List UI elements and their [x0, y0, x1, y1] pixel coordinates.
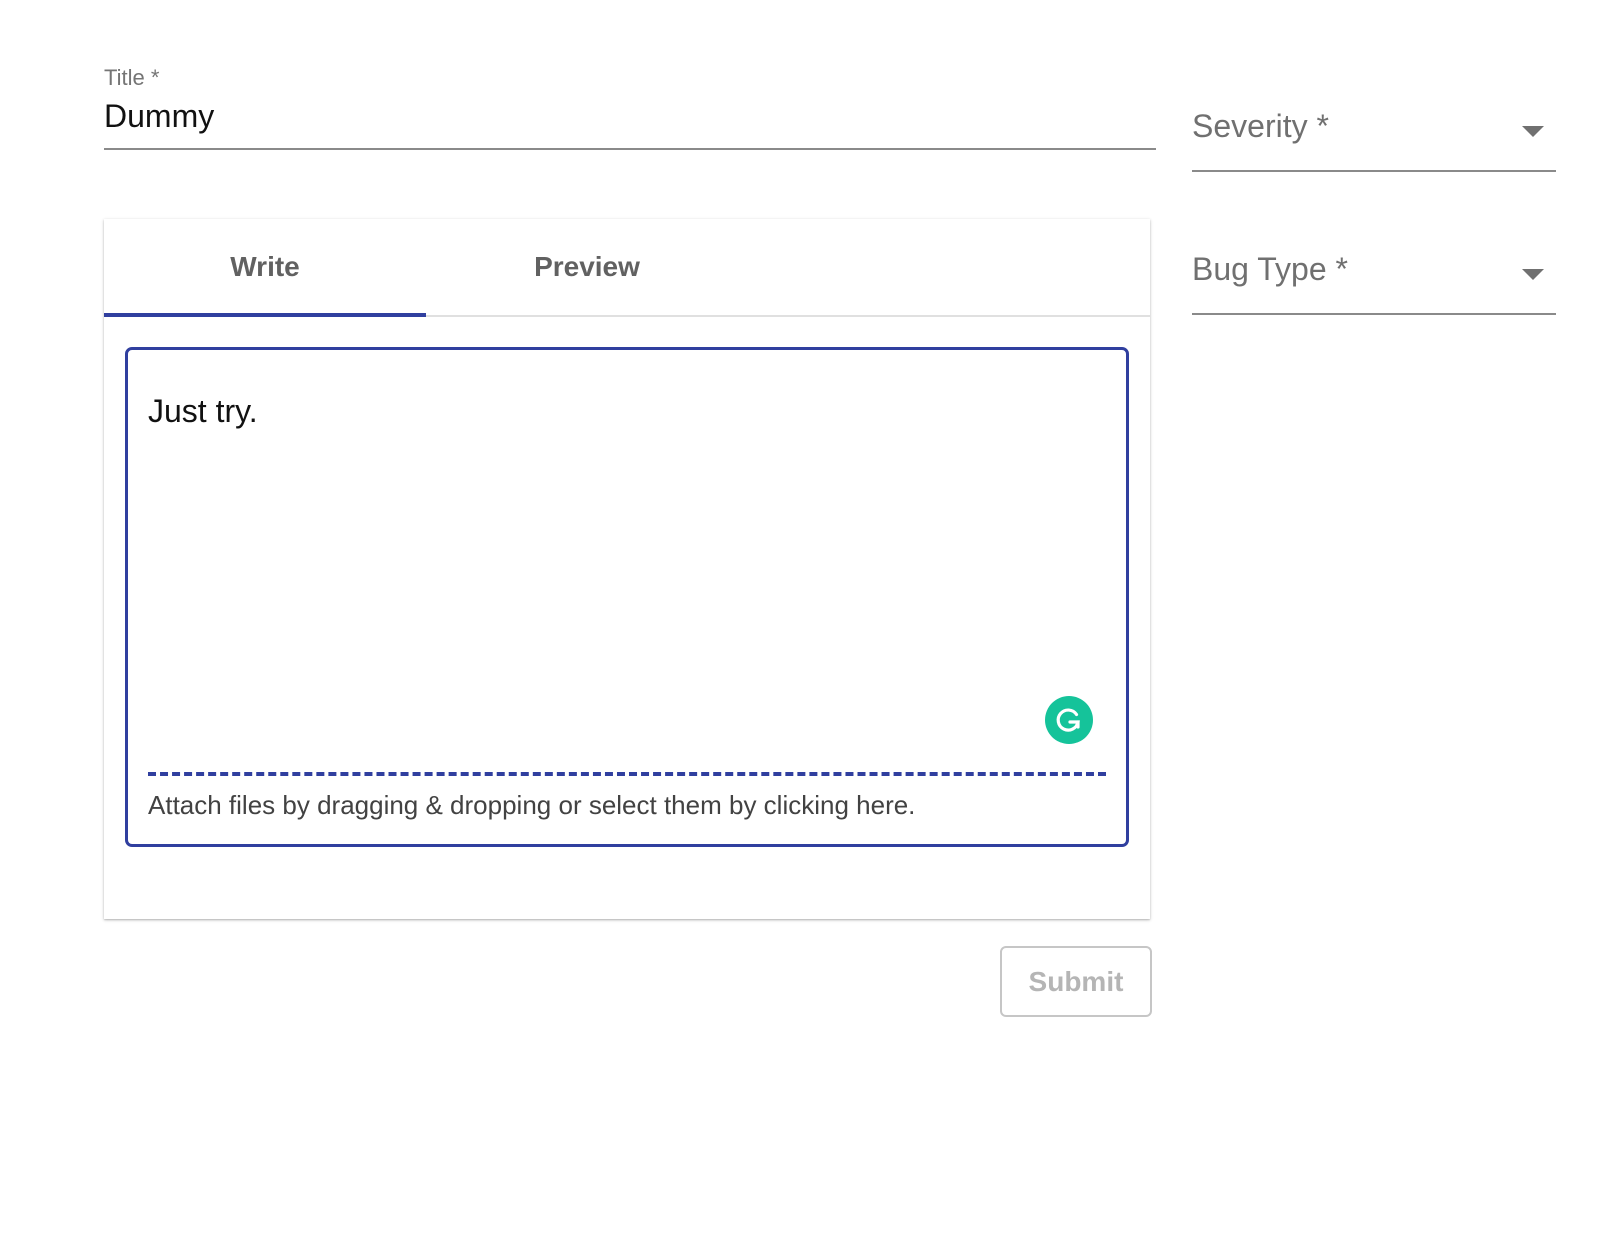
bug-report-form: Title * Severity * Bug Type * Write Prev…	[0, 0, 1612, 1242]
title-field: Title *	[104, 64, 1156, 150]
description-text[interactable]: Just try.	[148, 390, 258, 432]
title-input[interactable]	[104, 92, 1156, 148]
bug-type-select[interactable]: Bug Type *	[1192, 243, 1556, 315]
bug-type-underline	[1192, 313, 1556, 315]
severity-underline	[1192, 170, 1556, 172]
editor-card: Write Preview Just try. Attach files by …	[104, 219, 1150, 919]
tab-write[interactable]: Write	[104, 219, 426, 317]
editor-tabs: Write Preview	[104, 219, 1150, 317]
submit-button[interactable]: Submit	[1000, 946, 1152, 1017]
title-underline	[104, 148, 1156, 150]
grammarly-icon[interactable]	[1045, 696, 1093, 744]
caret-down-icon[interactable]	[1522, 126, 1544, 137]
attach-divider	[148, 772, 1106, 776]
bug-type-label: Bug Type *	[1192, 251, 1348, 287]
severity-select[interactable]: Severity *	[1192, 100, 1556, 172]
attach-files-link[interactable]: Attach files by dragging & dropping or s…	[148, 788, 915, 822]
title-label: Title *	[104, 65, 160, 90]
caret-down-icon[interactable]	[1522, 269, 1544, 280]
severity-label: Severity *	[1192, 108, 1329, 144]
tab-preview[interactable]: Preview	[426, 219, 748, 315]
description-textarea[interactable]: Just try. Attach files by dragging & dro…	[125, 347, 1129, 847]
